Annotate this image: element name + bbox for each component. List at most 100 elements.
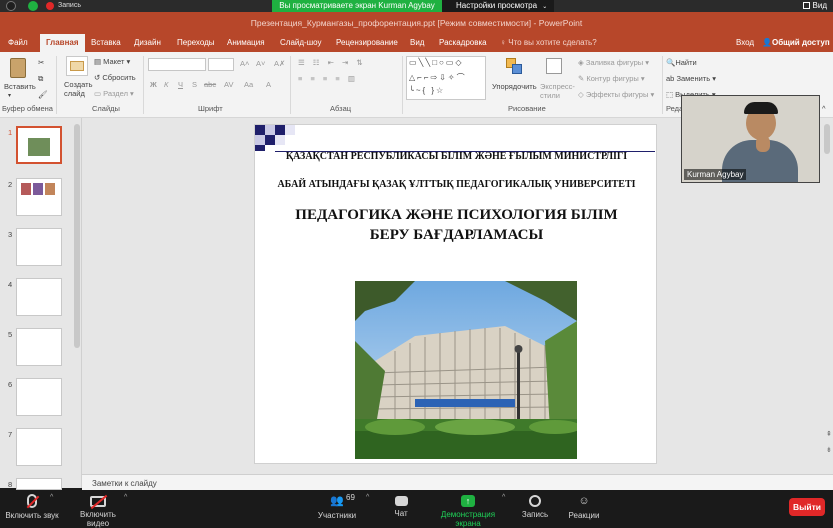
program-title-line1: ПЕДАГОГИКА ЖӘНЕ ПСИХОЛОГИЯ БІЛІМ	[295, 207, 618, 223]
slides-group-label: Слайды	[92, 104, 120, 113]
presenter-hand	[756, 136, 770, 152]
grow-font-icon[interactable]: A˄	[240, 59, 249, 68]
tab-slideshow[interactable]: Слайд-шоу	[280, 34, 321, 52]
tab-file[interactable]: Файл	[8, 34, 28, 52]
share-label: Общий доступ	[771, 38, 830, 47]
reactions-label: Реакции	[568, 511, 600, 520]
prev-slide-arrows-icon[interactable]: ⇞	[826, 430, 832, 439]
thumbnails-scrollbar[interactable]	[74, 124, 80, 348]
slide-number: 5	[8, 330, 13, 339]
character-spacing-button[interactable]: AV	[224, 80, 233, 89]
shapes-gallery[interactable]: ▭╲╲□○▭◇ △⌐⌐⇨⇩✧⌒ ╰~{ }☆	[406, 56, 486, 100]
chat-label: Чат	[394, 509, 408, 518]
share-screen-button[interactable]: ↑ Демонстрация экрана	[428, 490, 508, 528]
record-label: Запись	[521, 510, 549, 519]
tab-home[interactable]: Главная	[40, 34, 85, 52]
tab-design[interactable]: Дизайн	[134, 34, 161, 52]
slide-thumbnail[interactable]	[16, 328, 62, 366]
share-button[interactable]: 👤Общий доступ	[762, 34, 830, 52]
shape-outline-button[interactable]: ✎ Контур фигуры ▾	[578, 74, 645, 83]
shrink-font-icon[interactable]: A˅	[256, 59, 265, 68]
record-icon	[529, 495, 541, 507]
shape-fill-button[interactable]: ◈ Заливка фигуры ▾	[578, 58, 649, 67]
replace-button[interactable]: ab Заменить ▾	[666, 74, 716, 83]
slide-thumbnail[interactable]	[16, 428, 62, 466]
underline-button[interactable]: Ч	[178, 80, 183, 89]
university-line: АБАЙ АТЫНДАҒЫ ҚАЗАҚ ҰЛТТЫҚ ПЕДАГОГИКАЛЫҚ…	[277, 179, 636, 190]
slide-number: 3	[8, 230, 13, 239]
leave-button[interactable]: Выйти	[789, 498, 825, 516]
share-options-chevron-icon[interactable]: ^	[502, 494, 505, 501]
start-video-button[interactable]: Включить видео	[68, 490, 128, 528]
view-options-button[interactable]: Настройки просмотра ⌄	[442, 0, 554, 12]
font-size-select[interactable]	[208, 58, 234, 71]
paste-button[interactable]	[6, 56, 32, 80]
chat-button[interactable]: Чат	[386, 490, 416, 518]
slide-thumbnail[interactable]	[16, 178, 62, 216]
bold-button[interactable]: Ж	[150, 80, 157, 89]
shape-effects-button[interactable]: ◇ Эффекты фигуры ▾	[578, 90, 654, 99]
tab-storyboard[interactable]: Раскадровка	[439, 34, 487, 52]
format-painter-icon[interactable]: 🖌	[38, 90, 48, 99]
view-options-label: Настройки просмотра	[456, 1, 538, 10]
clear-formatting-icon[interactable]: A✗	[274, 59, 285, 68]
current-slide[interactable]: ҚАЗАҚСТАН РЕСПУБЛИКАСЫ БІЛІМ ЖӘНЕ ҒЫЛЫМ …	[254, 124, 657, 464]
tab-review[interactable]: Рецензирование	[336, 34, 398, 52]
arrange-icon[interactable]	[506, 58, 524, 76]
select-icon: ⬚	[666, 90, 676, 99]
audio-options-chevron-icon[interactable]: ^	[50, 494, 53, 501]
tab-animations[interactable]: Анимация	[227, 34, 265, 52]
participants-chevron-icon[interactable]: ^	[366, 494, 369, 501]
record-button[interactable]: Запись	[518, 490, 552, 519]
shape-effects-label: Эффекты фигуры	[585, 90, 649, 99]
slide-number: 2	[8, 180, 13, 189]
bullets-icon[interactable]: ☰ ☷ ⇤ ⇥ ⇅	[298, 58, 366, 67]
cut-icon[interactable]: ✂	[38, 58, 44, 67]
font-color-icon[interactable]: A	[266, 80, 271, 89]
copy-icon[interactable]: ⧉	[38, 74, 43, 84]
slide-thumbnail[interactable]	[16, 378, 62, 416]
presenter-video[interactable]: Kurman Agybay	[681, 95, 820, 183]
slide-thumbnail[interactable]	[16, 478, 62, 490]
powerpoint-title-bar: Презентация_Курмангазы_профорентация.ppt…	[0, 12, 833, 34]
search-icon: 🔍	[666, 58, 676, 67]
find-button[interactable]: 🔍Найти	[666, 58, 697, 67]
slide-scrollbar[interactable]	[824, 124, 830, 154]
reset-button[interactable]: ↺ Сбросить	[94, 73, 136, 82]
font-family-select[interactable]	[148, 58, 206, 71]
tab-insert[interactable]: Вставка	[91, 34, 121, 52]
security-shield-icon[interactable]	[28, 1, 38, 11]
strikethrough-button[interactable]: abc	[204, 80, 216, 89]
section-label: Раздел	[103, 89, 128, 98]
arrange-label[interactable]: Упорядочить	[492, 82, 537, 91]
person-icon: 👤	[762, 38, 772, 47]
tab-transitions[interactable]: Переходы	[177, 34, 215, 52]
sign-in-link[interactable]: Вход	[736, 34, 754, 52]
shadow-button[interactable]: S	[192, 80, 197, 89]
change-case-button[interactable]: Aa	[244, 80, 253, 89]
collapse-ribbon-icon[interactable]: ^	[822, 104, 826, 113]
slide-thumbnail[interactable]	[16, 126, 62, 164]
window-title: Презентация_Курмангазы_профорентация.ppt…	[250, 18, 583, 28]
alignment-icon[interactable]: ≡ ≡ ≡ ≡ ▥	[298, 74, 358, 83]
layout-button[interactable]: ▤ Макет ▾	[94, 57, 130, 66]
notes-pane[interactable]: Заметки к слайду	[82, 474, 833, 490]
paint-bucket-icon: ◈	[578, 58, 586, 67]
italic-button[interactable]: К	[164, 80, 168, 89]
tab-view[interactable]: Вид	[410, 34, 424, 52]
new-slide-button[interactable]	[66, 56, 88, 76]
video-options-chevron-icon[interactable]: ^	[124, 494, 127, 501]
group-separator	[290, 56, 291, 114]
ribbon-tabs: Файл Главная Вставка Дизайн Переходы Ани…	[0, 34, 833, 52]
quick-styles-icon[interactable]	[546, 58, 562, 74]
section-button[interactable]: ▭ Раздел ▾	[94, 89, 134, 98]
quick-styles-label[interactable]: Экспресс-стили	[540, 82, 575, 100]
view-mode-button[interactable]: Вид	[802, 0, 827, 12]
start-video-label: Включить видео	[80, 510, 116, 528]
next-slide-arrows-icon[interactable]: ⇟	[826, 446, 832, 455]
zoom-info-icon[interactable]	[6, 1, 16, 11]
reactions-button[interactable]: ☺ Реакции	[566, 490, 602, 520]
tell-me-box[interactable]: ♀ Что вы хотите сделать?	[500, 34, 597, 52]
slide-thumbnail[interactable]	[16, 278, 62, 316]
slide-thumbnail[interactable]	[16, 228, 62, 266]
